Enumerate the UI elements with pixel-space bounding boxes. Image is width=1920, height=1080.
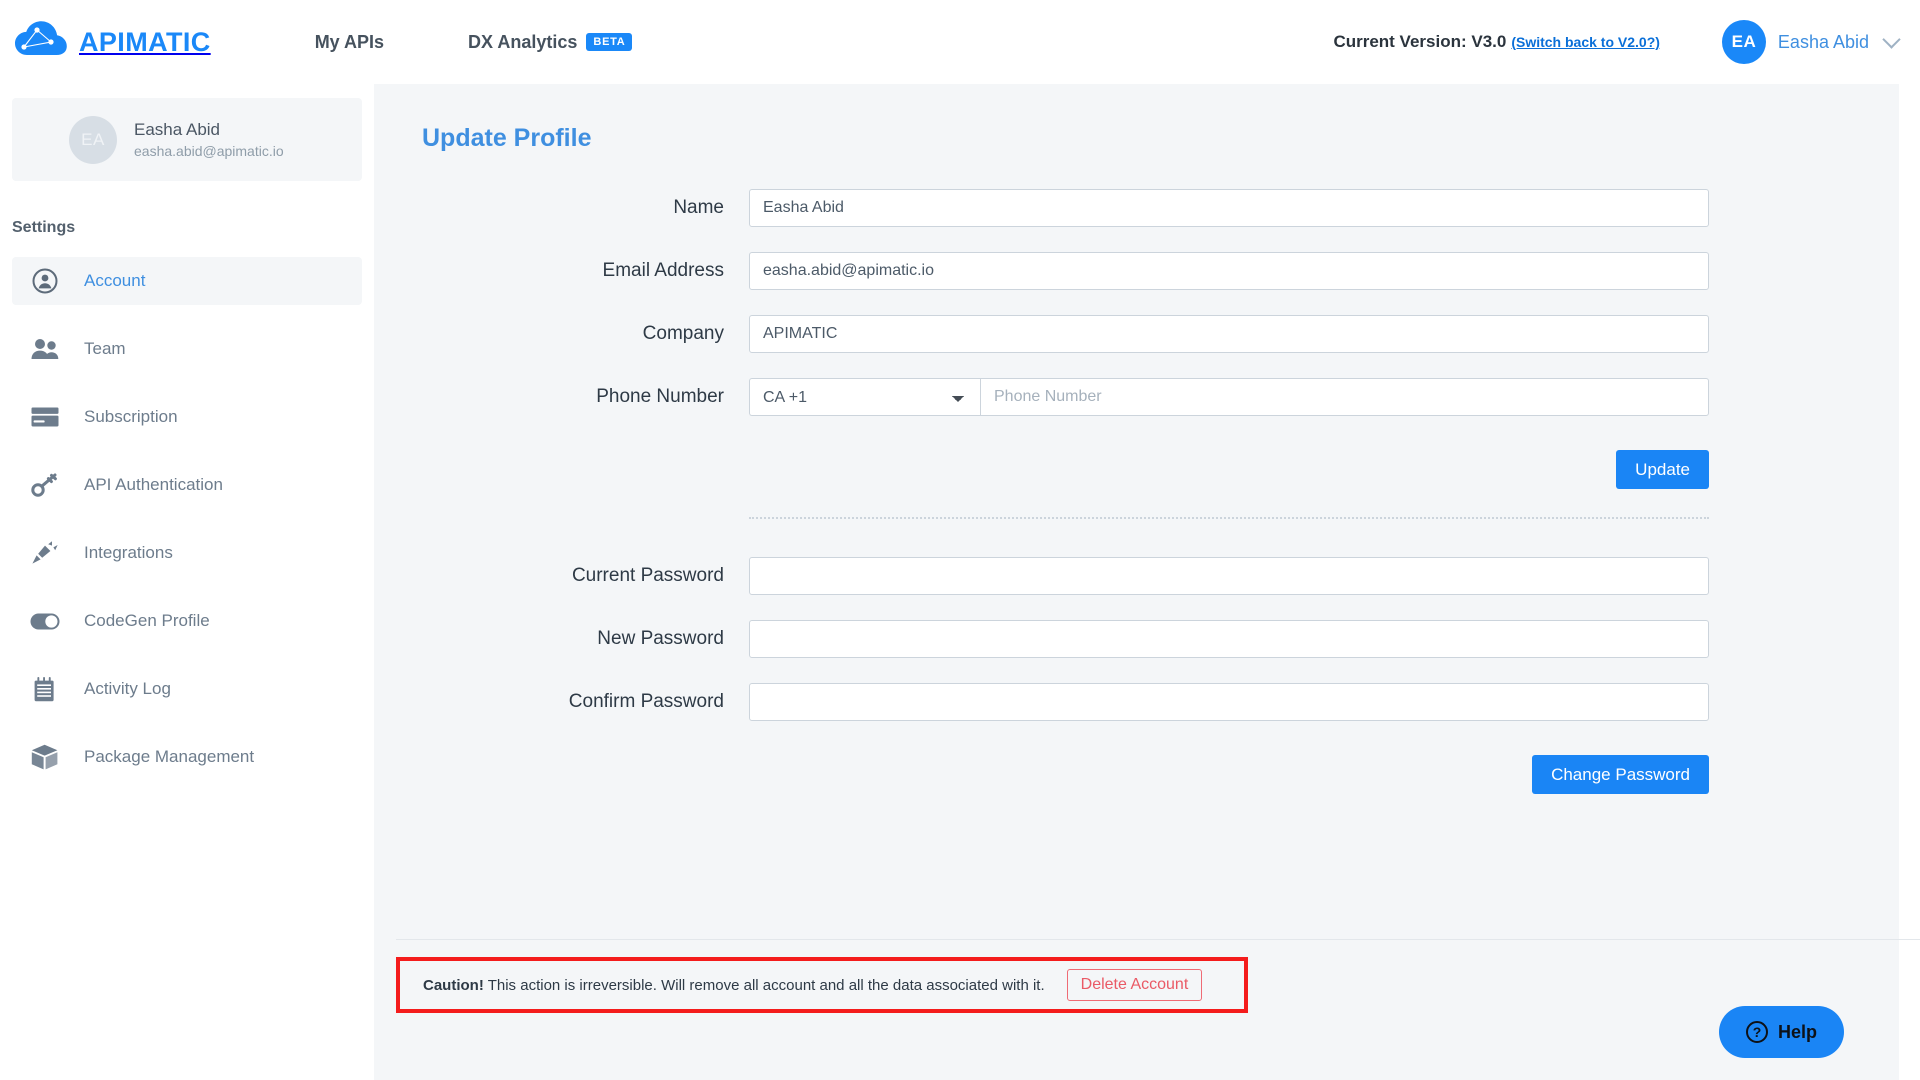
current-password-label: Current Password xyxy=(571,565,724,586)
email-label: Email Address xyxy=(602,260,724,281)
sidebar-item-integrations-label: Integrations xyxy=(84,543,173,562)
main-content: Update Profile Name Email Address Compan… xyxy=(374,84,1920,1080)
field-row-company: Company xyxy=(374,315,1899,353)
chevron-down-icon xyxy=(1882,29,1901,49)
sidebar-item-codegen-profile-label: CodeGen Profile xyxy=(84,611,210,630)
sidebar-section-title: Settings xyxy=(12,219,76,236)
field-row-phone: Phone Number CA +1 xyxy=(374,378,1899,416)
confirm-password-input[interactable] xyxy=(749,683,1709,721)
update-button[interactable]: Update xyxy=(1616,450,1709,489)
switch-version-link[interactable]: (Switch back to V2.0?) xyxy=(1511,34,1660,50)
sidebar-item-codegen-profile[interactable]: CodeGen Profile xyxy=(12,597,362,645)
sidebar-item-subscription[interactable]: Subscription xyxy=(12,393,362,441)
field-row-name: Name xyxy=(374,189,1899,227)
sidebar-item-api-authentication[interactable]: API Authentication xyxy=(12,461,362,509)
user-menu[interactable]: EA Easha Abid xyxy=(1721,20,1901,64)
sidebar-profile-name: Easha Abid xyxy=(134,120,221,139)
sidebar-item-package-management[interactable]: Package Management xyxy=(12,733,362,781)
user-menu-name: Easha Abid xyxy=(1777,31,1869,52)
page-title: Update Profile xyxy=(422,124,592,152)
new-password-label: New Password xyxy=(597,628,724,649)
sidebar-item-team[interactable]: Team xyxy=(12,325,362,373)
sidebar-item-integrations[interactable]: Integrations xyxy=(12,529,362,577)
nav-link-dx-analytics[interactable]: DX Analytics BETA xyxy=(426,32,674,53)
brand-home-link[interactable]: APIMATIC xyxy=(14,21,211,63)
sidebar-avatar: EA xyxy=(69,115,117,164)
field-row-new-password: New Password xyxy=(374,620,1899,658)
company-input[interactable] xyxy=(749,315,1709,353)
current-version: Current Version: V3.0 (Switch back to V2… xyxy=(1333,32,1659,52)
sidebar-item-account[interactable]: Account xyxy=(12,257,362,305)
sidebar-profile-email: easha.abid@apimatic.io xyxy=(134,143,284,159)
top-navbar: APIMATIC My APIs DX Analytics BETA Curre… xyxy=(0,0,1920,84)
help-button-label: Help xyxy=(1777,1021,1817,1042)
sidebar-profile-card: EA Easha Abid easha.abid@apimatic.io xyxy=(12,98,362,181)
phone-input[interactable] xyxy=(980,378,1709,416)
sidebar-profile-meta: Easha Abid easha.abid@apimatic.io xyxy=(134,120,284,159)
brand-name: APIMATIC xyxy=(79,26,211,57)
credit-card-icon xyxy=(30,402,60,432)
caution-body: This action is irreversible. Will remove… xyxy=(483,976,1045,994)
people-icon xyxy=(30,334,60,364)
primary-nav: My APIs DX Analytics BETA xyxy=(273,32,675,53)
sidebar-item-activity-log[interactable]: Activity Log xyxy=(12,665,362,713)
key-icon xyxy=(30,470,60,500)
notepad-icon xyxy=(30,674,60,704)
sidebar-item-package-management-label: Package Management xyxy=(84,747,255,766)
current-password-input[interactable] xyxy=(749,557,1709,595)
company-label: Company xyxy=(642,323,724,344)
field-row-email: Email Address xyxy=(374,252,1899,290)
plug-icon xyxy=(30,538,60,568)
help-button[interactable]: ? Help xyxy=(1718,1006,1844,1058)
update-button-row: Update xyxy=(374,450,1709,489)
sidebar-item-api-authentication-label: API Authentication xyxy=(84,475,223,494)
field-row-current-password: Current Password xyxy=(374,557,1899,595)
change-password-button[interactable]: Change Password xyxy=(1532,755,1709,794)
nav-link-my-apis-label: My APIs xyxy=(314,31,385,52)
nav-link-dx-analytics-label: DX Analytics xyxy=(468,31,578,52)
password-form: Current Password New Password Confirm Pa… xyxy=(374,557,1899,794)
confirm-password-label: Confirm Password xyxy=(568,691,724,712)
avatar: EA xyxy=(1721,20,1766,64)
box-icon xyxy=(30,742,60,772)
sidebar-item-subscription-label: Subscription xyxy=(84,407,178,426)
toggle-icon xyxy=(30,606,60,636)
user-circle-icon xyxy=(30,266,60,296)
apimatic-cloud-logo-icon xyxy=(14,21,68,63)
beta-badge: BETA xyxy=(586,33,633,51)
nav-link-my-apis[interactable]: My APIs xyxy=(273,32,426,53)
phone-group: CA +1 xyxy=(749,378,1709,416)
settings-sidebar: EA Easha Abid easha.abid@apimatic.io Set… xyxy=(0,84,374,1080)
profile-form: Name Email Address Company Phone Number … xyxy=(374,189,1899,794)
country-code-select[interactable]: CA +1 xyxy=(749,378,980,416)
caution-message: Caution! This action is irreversible. Wi… xyxy=(423,977,1045,994)
sidebar-item-team-label: Team xyxy=(84,339,126,358)
sidebar-item-activity-log-label: Activity Log xyxy=(84,679,171,698)
question-mark-icon: ? xyxy=(1745,1021,1768,1043)
danger-zone: Caution! This action is irreversible. Wi… xyxy=(396,939,1920,1013)
email-field[interactable] xyxy=(749,252,1709,290)
phone-label: Phone Number xyxy=(596,386,724,407)
current-version-label: Current Version: V3.0 xyxy=(1333,32,1507,51)
navbar-right: Current Version: V3.0 (Switch back to V2… xyxy=(1333,20,1920,64)
caution-bar: Caution! This action is irreversible. Wi… xyxy=(396,957,1248,1013)
form-divider xyxy=(749,517,1709,519)
sidebar-item-account-label: Account xyxy=(84,271,146,290)
new-password-input[interactable] xyxy=(749,620,1709,658)
field-row-confirm-password: Confirm Password xyxy=(374,683,1899,721)
name-input[interactable] xyxy=(749,189,1709,227)
sidebar-nav-list: Account Team Subscription API Authentica… xyxy=(0,257,374,781)
change-password-button-row: Change Password xyxy=(374,755,1709,794)
caution-prefix: Caution! xyxy=(423,976,484,994)
name-label: Name xyxy=(673,197,724,218)
delete-account-button[interactable]: Delete Account xyxy=(1066,969,1203,1001)
